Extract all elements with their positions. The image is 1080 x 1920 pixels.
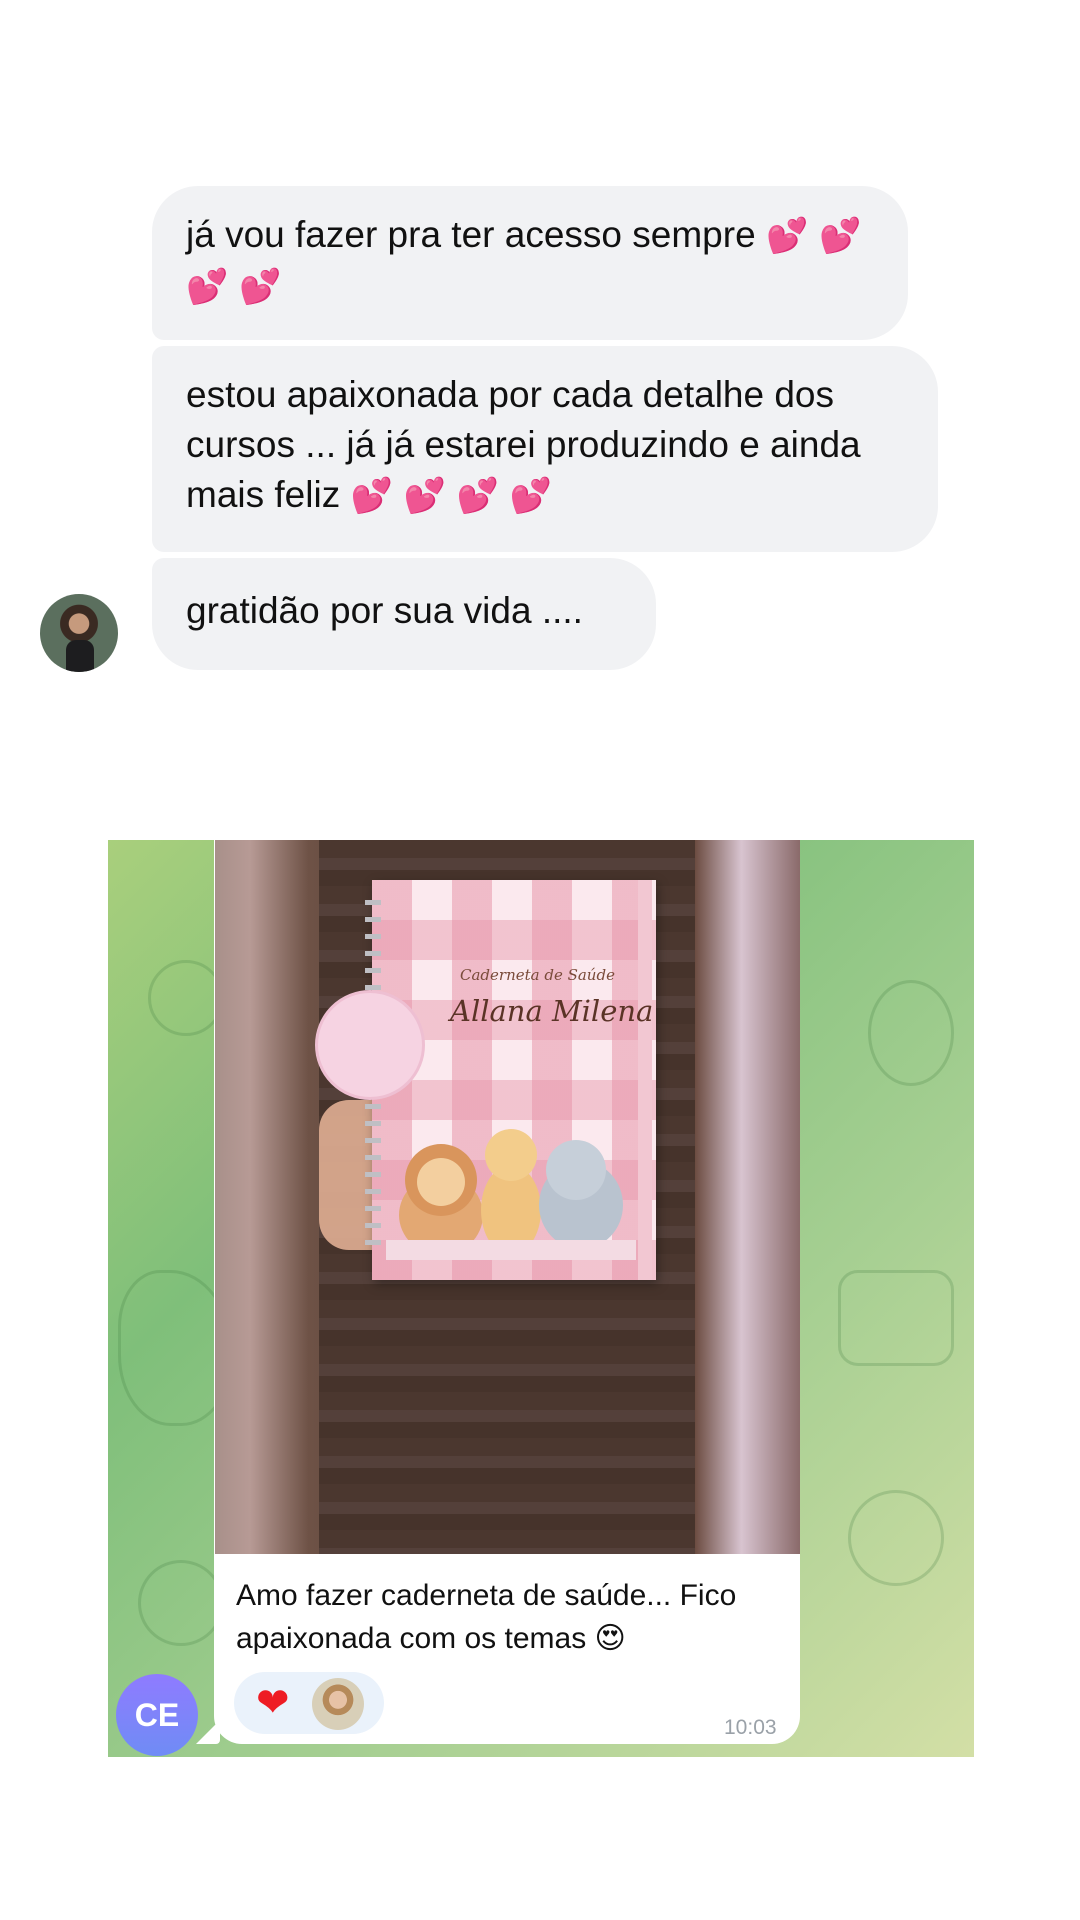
message-bubble[interactable]: já vou fazer pra ter acesso sempre 💕 💕 💕… bbox=[152, 186, 908, 340]
doodle-shape bbox=[868, 980, 954, 1086]
animals-illustration bbox=[386, 1129, 636, 1260]
heart-emojis-icon: 💕 💕 💕 💕 bbox=[350, 476, 553, 516]
sender-avatar[interactable] bbox=[40, 594, 118, 672]
avatar-figure bbox=[66, 640, 94, 672]
notebook-label: Caderneta de Saúde bbox=[460, 966, 615, 984]
doodle-shape bbox=[838, 1270, 954, 1366]
notebook-strap bbox=[638, 880, 652, 1280]
reactor-avatar bbox=[312, 1678, 364, 1730]
sender-avatar-initials[interactable]: CE bbox=[116, 1674, 198, 1756]
notebook-name: Allana Milena bbox=[450, 994, 654, 1028]
heart-icon: ❤ bbox=[256, 1680, 290, 1726]
message-bubble[interactable]: gratidão por sua vida .... bbox=[152, 558, 656, 670]
message-time: 10:03 bbox=[724, 1716, 777, 1739]
notebook-image: Caderneta de Saúde Allana Milena bbox=[372, 880, 656, 1280]
doodle-shape bbox=[848, 1490, 944, 1586]
message-text: gratidão por sua vida .... bbox=[186, 590, 583, 631]
message-caption: Amo fazer caderneta de saúde... Fico apa… bbox=[236, 1574, 796, 1660]
notebook-tag bbox=[315, 990, 425, 1100]
message-text: já vou fazer pra ter acesso sempre bbox=[186, 214, 756, 255]
reaction-pill[interactable]: ❤ bbox=[234, 1672, 384, 1734]
doodle-shape bbox=[138, 1560, 224, 1646]
caption-text: Amo fazer caderneta de saúde... Fico apa… bbox=[236, 1579, 737, 1655]
message-bubble[interactable]: estou apaixonada por cada detalhe dos cu… bbox=[152, 346, 938, 552]
video-message[interactable]: Caderneta de Saúde Allana Milena bbox=[215, 840, 800, 1554]
doodle-shape bbox=[148, 960, 224, 1036]
